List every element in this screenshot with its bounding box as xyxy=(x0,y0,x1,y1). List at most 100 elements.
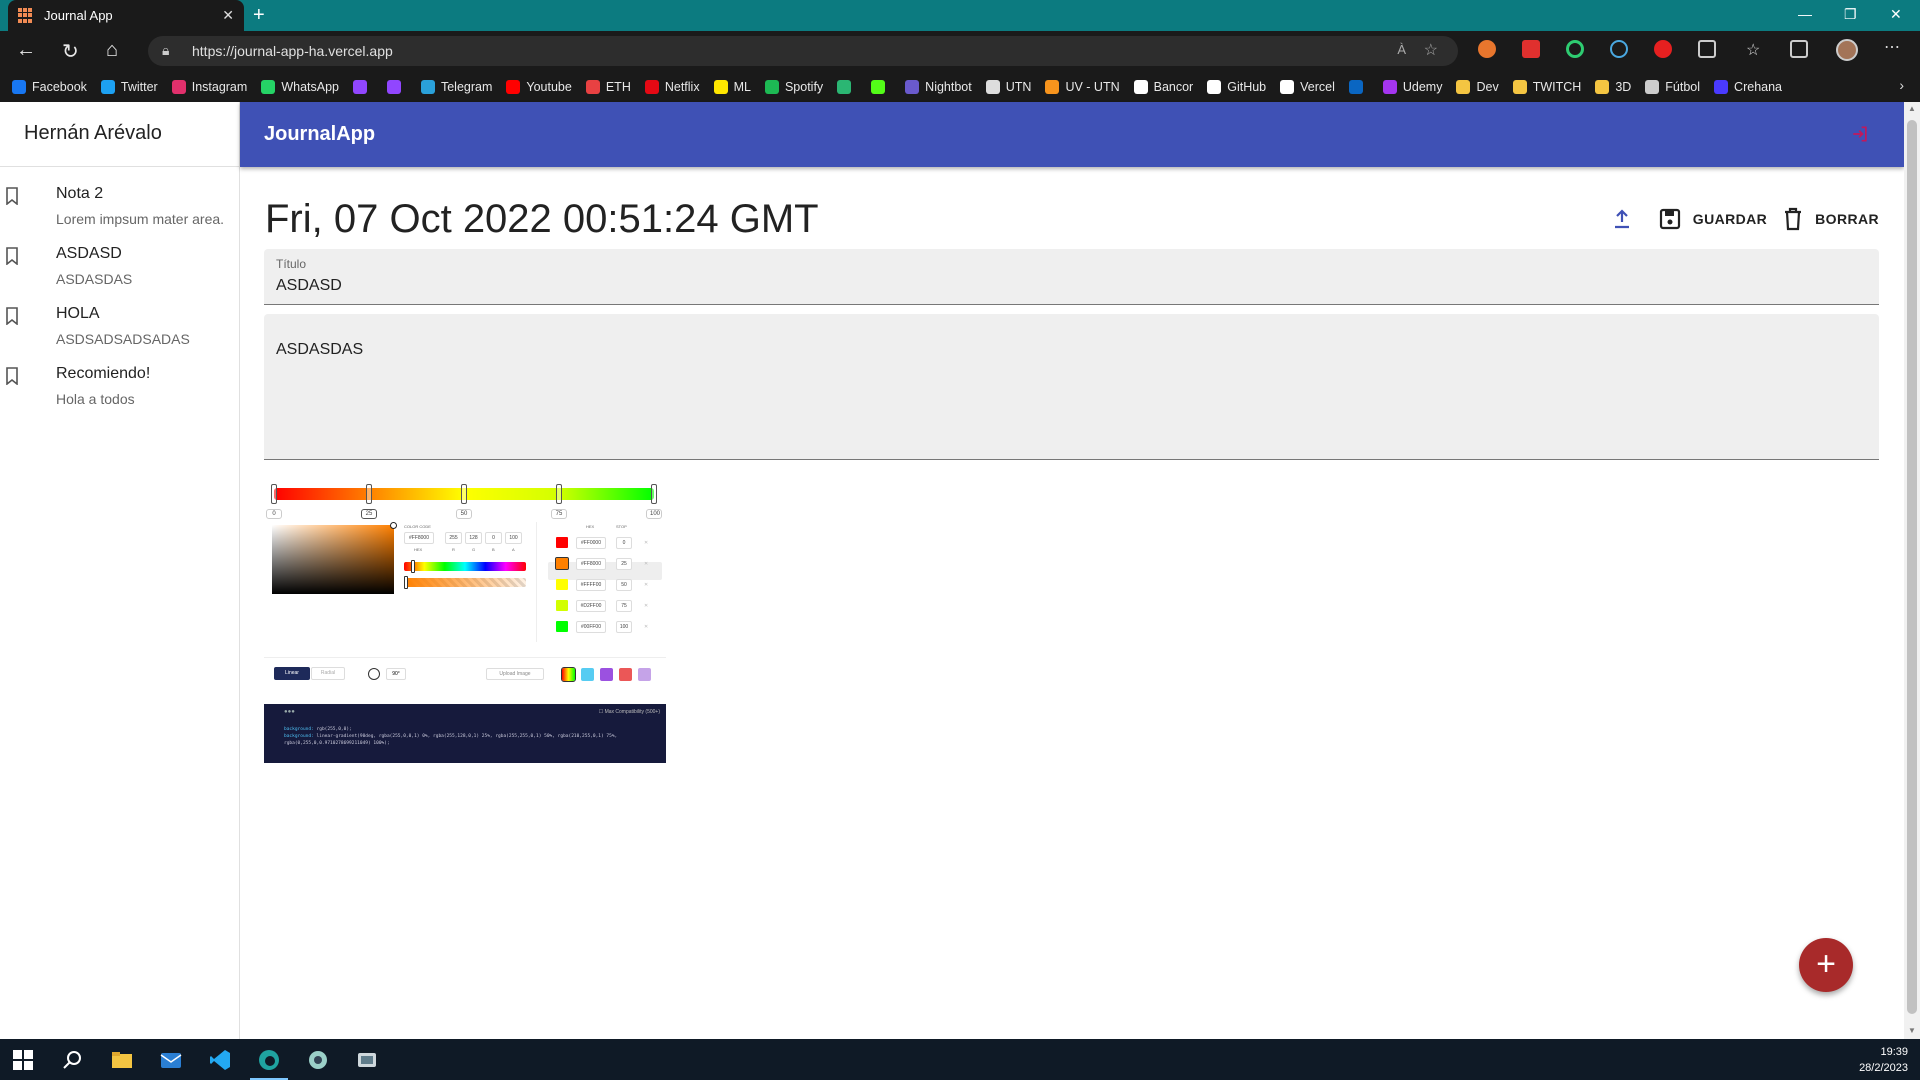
angle-input[interactable]: 90° xyxy=(386,668,406,680)
save-button[interactable]: GUARDAR xyxy=(1659,208,1767,230)
remove-stop-icon[interactable]: ✕ xyxy=(644,582,648,588)
edge-icon[interactable] xyxy=(258,1049,280,1071)
mail-icon[interactable] xyxy=(160,1049,182,1071)
title-field[interactable]: Título ASDASD xyxy=(264,249,1879,305)
bookmark-item[interactable] xyxy=(352,79,373,94)
stop-hex-input[interactable]: #FFFF00 xyxy=(576,579,606,591)
gradient-stop-handle[interactable] xyxy=(271,484,277,504)
lock-icon[interactable]: 🔒︎ xyxy=(162,42,169,59)
title-field-value[interactable]: ASDASD xyxy=(276,277,342,295)
favorites-icon[interactable]: ☆ xyxy=(1746,40,1764,59)
read-aloud-icon[interactable]: À xyxy=(1397,42,1406,57)
stop-color-swatch[interactable] xyxy=(556,621,568,632)
scroll-up-icon[interactable]: ▲ xyxy=(1908,104,1916,113)
react-devtools-icon[interactable] xyxy=(1610,40,1628,58)
bookmark-item[interactable] xyxy=(386,79,407,94)
close-tab-icon[interactable]: ✕ xyxy=(222,7,234,24)
extension-icon[interactable] xyxy=(1566,40,1584,58)
close-window-icon[interactable]: ✕ xyxy=(1890,6,1902,23)
alpha-slider[interactable] xyxy=(404,578,526,587)
scrollbar-thumb[interactable] xyxy=(1907,120,1917,1014)
bookmark-item[interactable]: Twitter xyxy=(100,79,158,94)
home-icon[interactable]: ⌂ xyxy=(106,39,118,62)
bookmark-item[interactable]: Vercel xyxy=(1280,79,1335,94)
bookmark-item[interactable] xyxy=(837,79,857,94)
body-field[interactable]: ASDASDAS xyxy=(264,314,1879,460)
stop-color-swatch[interactable] xyxy=(555,557,569,570)
bookmark-item[interactable]: TWITCH xyxy=(1512,79,1581,94)
saturation-area[interactable] xyxy=(272,525,394,594)
bookmark-item[interactable] xyxy=(871,79,891,94)
vscode-icon[interactable] xyxy=(209,1049,231,1071)
stop-hex-input[interactable]: #FF8000 xyxy=(576,558,606,570)
extension-icon[interactable] xyxy=(1522,40,1540,58)
stop-position-label[interactable]: 50 xyxy=(456,509,472,519)
bookmark-item[interactable]: WhatsApp xyxy=(261,79,339,94)
bookmark-item[interactable]: ML xyxy=(713,79,751,94)
bookmark-item[interactable]: Fútbol xyxy=(1645,79,1700,94)
stop-color-swatch[interactable] xyxy=(556,600,568,611)
windows-start-icon[interactable] xyxy=(12,1049,34,1071)
stop-hex-input[interactable]: #FF0000 xyxy=(576,537,606,549)
bookmark-item[interactable]: UTN xyxy=(985,79,1031,94)
body-field-value[interactable]: ASDASDAS xyxy=(276,341,363,359)
angle-dial-icon[interactable] xyxy=(368,668,380,680)
back-icon[interactable]: ← xyxy=(16,39,36,62)
bookmark-item[interactable]: Youtube xyxy=(506,79,572,94)
preset-gradient-swatch[interactable] xyxy=(561,667,576,682)
hue-handle[interactable] xyxy=(411,560,415,573)
more-menu-icon[interactable]: ⋯ xyxy=(1884,37,1902,56)
app-icon[interactable] xyxy=(307,1049,329,1071)
url-field[interactable]: 🔒︎ https://journal-app-ha.vercel.app À … xyxy=(148,36,1458,66)
bookmark-item[interactable]: Netflix xyxy=(644,79,700,94)
new-tab-icon[interactable]: + xyxy=(253,4,265,27)
note-item[interactable]: HOLA ASDSADSADSADAS xyxy=(0,297,239,357)
note-item[interactable]: Recomiendo! Hola a todos xyxy=(0,357,239,417)
search-icon[interactable] xyxy=(62,1049,84,1071)
preset-gradient-swatch[interactable] xyxy=(581,668,594,681)
stop-value-input[interactable]: 25 xyxy=(616,558,632,570)
app-icon[interactable] xyxy=(356,1049,378,1071)
bookmark-item[interactable] xyxy=(1348,79,1369,94)
remove-stop-icon[interactable]: ✕ xyxy=(644,540,648,546)
note-item[interactable]: ASDASD ASDASDAS xyxy=(0,237,239,297)
stop-position-label[interactable]: 25 xyxy=(361,509,377,519)
system-clock[interactable]: 19:39 28/2/2023 xyxy=(1859,1044,1908,1076)
stop-color-swatch[interactable] xyxy=(556,537,568,548)
preset-gradient-swatch[interactable] xyxy=(600,668,613,681)
linear-button[interactable]: Linear xyxy=(274,667,310,680)
rgba-input[interactable]: 0 xyxy=(485,532,502,544)
stop-color-swatch[interactable] xyxy=(556,579,568,590)
upload-image-button[interactable]: Upload Image xyxy=(486,668,544,680)
bookmark-item[interactable]: Dev xyxy=(1456,79,1499,94)
alpha-handle[interactable] xyxy=(404,576,408,589)
add-favorite-icon[interactable]: ☆ xyxy=(1424,40,1438,60)
gradient-stop-handle[interactable] xyxy=(556,484,562,504)
bookmark-item[interactable]: ETH xyxy=(585,79,631,94)
stop-hex-input[interactable]: #00FF00 xyxy=(576,621,606,633)
stop-hex-input[interactable]: #D2FF00 xyxy=(576,600,606,612)
bookmark-item[interactable]: Facebook xyxy=(12,79,87,94)
bookmark-item[interactable]: Crehana xyxy=(1714,79,1782,94)
upload-button[interactable] xyxy=(1613,209,1643,229)
reload-icon[interactable]: ↻ xyxy=(62,39,79,64)
stop-value-input[interactable]: 0 xyxy=(616,537,632,549)
remove-stop-icon[interactable]: ✕ xyxy=(644,561,648,567)
profile-avatar[interactable] xyxy=(1836,39,1858,61)
page-scrollbar[interactable]: ▲ ▼ xyxy=(1904,102,1920,1039)
bookmarks-more-icon[interactable]: › xyxy=(1899,77,1904,93)
collections-icon[interactable] xyxy=(1790,40,1808,58)
bookmark-item[interactable]: GitHub xyxy=(1207,79,1266,94)
hue-slider[interactable] xyxy=(404,562,526,571)
note-item[interactable]: Nota 2 Lorem impsum mater area. xyxy=(0,177,239,237)
stop-position-label[interactable]: 0 xyxy=(266,509,282,519)
gradient-stop-handle[interactable] xyxy=(461,484,467,504)
scroll-down-icon[interactable]: ▼ xyxy=(1908,1026,1916,1035)
rgba-input[interactable]: 128 xyxy=(465,532,482,544)
rgba-input[interactable]: 255 xyxy=(445,532,462,544)
bookmark-item[interactable]: Instagram xyxy=(171,79,247,94)
bookmark-item[interactable]: UV - UTN xyxy=(1045,79,1120,94)
rgba-input[interactable]: 100 xyxy=(505,532,522,544)
saturation-cursor[interactable] xyxy=(390,522,397,529)
max-compatibility-checkbox[interactable]: ☐ Max Compatibility (500+) xyxy=(599,709,660,715)
